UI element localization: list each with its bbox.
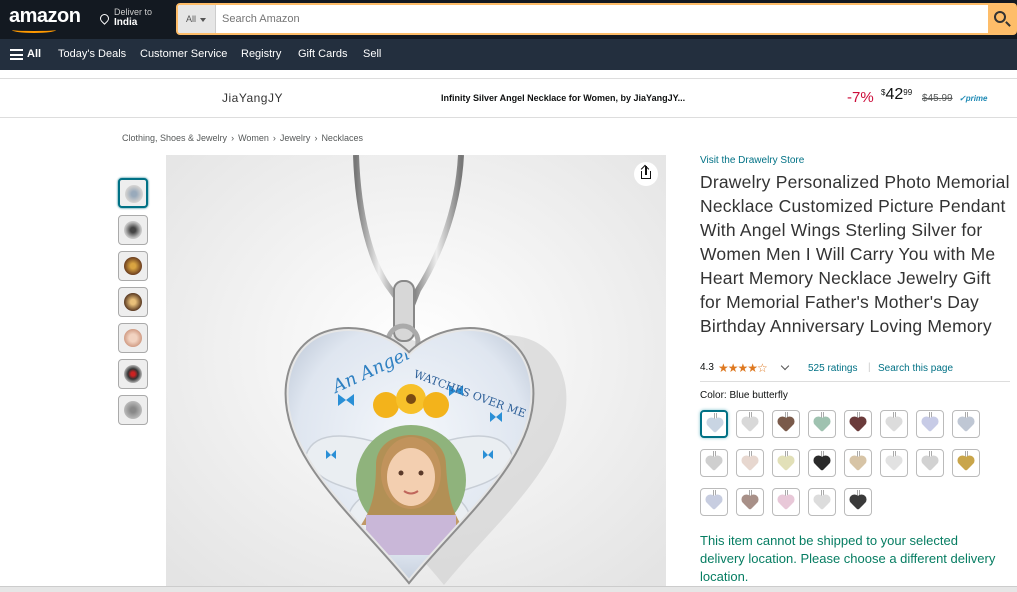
main-product-image[interactable]: An Angel WATCHES OVER ME [166,155,666,592]
nav-all[interactable]: All [27,39,41,70]
caret-down-icon [200,17,207,22]
top-navbar: amazon Deliver to India All [0,0,1017,39]
ratings-count-link[interactable]: 525 ratings [808,363,857,374]
color-swatch-20[interactable] [808,488,836,516]
thumbnail-4[interactable] [118,287,148,317]
nav-sell[interactable]: Sell [363,39,381,70]
thumbnail-2[interactable] [118,215,148,245]
breadcrumb-separator: › [272,133,276,143]
color-swatch-17[interactable] [700,488,728,516]
breadcrumb-separator: › [314,133,318,143]
store-link[interactable]: Visit the Drawelry Store [700,155,804,166]
color-swatch-19[interactable] [772,488,800,516]
color-swatch-3[interactable] [772,410,800,438]
color-swatch-12[interactable] [808,449,836,477]
color-swatch-9[interactable] [700,449,728,477]
sponsored-product-strip[interactable]: JiaYangJY Infinity Silver Angel Necklace… [0,78,1017,118]
color-swatch-2[interactable] [736,410,764,438]
location-pin-icon [98,12,111,25]
rating-value: 4.3 [700,362,714,373]
color-swatch-13[interactable] [844,449,872,477]
color-swatch-18[interactable] [736,488,764,516]
chevron-down-icon[interactable] [780,361,790,371]
prime-badge-label: prime [965,94,988,103]
product-title: Drawelry Personalized Photo Memorial Nec… [700,172,1010,336]
color-swatch-16[interactable] [952,449,980,477]
divider: | [868,362,871,373]
prime-badge: ✓prime [959,94,988,103]
breadcrumb-clothing[interactable]: Clothing, Shoes & Jewelry [122,133,227,143]
color-swatch-10[interactable] [736,449,764,477]
search-icon [994,11,1006,23]
amazon-logo[interactable]: amazon [9,5,81,28]
thumbnail-3[interactable] [118,251,148,281]
color-swatch-5[interactable] [844,410,872,438]
logo-smile-icon [12,27,56,33]
thumbnail-6[interactable] [118,359,148,389]
star-rating-icon[interactable]: ★★★★☆ [718,361,768,375]
color-swatch-15[interactable] [916,449,944,477]
search-category-label: All [186,14,197,24]
breadcrumb-women[interactable]: Women [238,133,269,143]
color-swatch-4[interactable] [808,410,836,438]
search-input[interactable] [222,9,962,29]
search-category-dropdown[interactable]: All [178,5,216,33]
strip-discount: -7% [847,89,874,106]
color-swatch-14[interactable] [880,449,908,477]
color-swatch-1[interactable] [700,410,728,438]
color-label: Color: Blue butterfly [700,390,788,401]
strip-price: $4299 [881,86,912,104]
breadcrumb-separator: › [231,133,235,143]
color-swatch-21[interactable] [844,488,872,516]
color-label-key: Color: [700,390,727,401]
deliver-to-country: India [114,17,138,28]
price-whole: 42 [885,86,904,103]
thumbnail-7-video[interactable] [118,395,148,425]
color-swatch-7[interactable] [916,410,944,438]
share-arrow-icon [645,166,647,175]
thumbnail-5[interactable] [118,323,148,353]
nav-registry[interactable]: Registry [241,39,281,70]
breadcrumb: Clothing, Shoes & Jewelry › Women › Jewelry ›… [122,133,363,143]
shipping-notice: This item cannot be shipped to your sele… [700,533,996,584]
search-bar: All [176,3,1017,35]
nav-customer-service[interactable]: Customer Service [140,39,227,70]
breadcrumb-jewelry[interactable]: Jewelry [280,133,311,143]
search-this-page-link[interactable]: Search this page [878,363,953,374]
strip-old-price: $45.99 [922,93,953,104]
share-button[interactable] [634,162,658,186]
strip-product-title[interactable]: Infinity Silver Angel Necklace for Women… [441,93,685,103]
color-swatch-8[interactable] [952,410,980,438]
secondary-navbar: All Today's Deals Customer Service Regis… [0,39,1017,70]
thumbnail-1[interactable] [118,178,148,208]
deliver-to-label: Deliver to [114,7,153,17]
nav-todays-deals[interactable]: Today's Deals [58,39,126,70]
strip-brand[interactable]: JiaYangJY [222,91,283,105]
heart-pendant-image: An Angel WATCHES OVER ME [166,155,666,592]
color-swatch-11[interactable] [772,449,800,477]
search-button[interactable] [988,5,1015,33]
hamburger-menu-icon[interactable] [10,49,23,60]
divider [700,381,1010,382]
price-currency: $ [881,88,886,97]
horizontal-scrollbar[interactable] [0,586,1017,592]
nav-gift-cards[interactable]: Gift Cards [298,39,348,70]
selected-color: Blue butterfly [729,390,788,401]
breadcrumb-necklaces[interactable]: Necklaces [321,133,363,143]
price-fraction: 99 [903,88,913,97]
color-swatch-6[interactable] [880,410,908,438]
